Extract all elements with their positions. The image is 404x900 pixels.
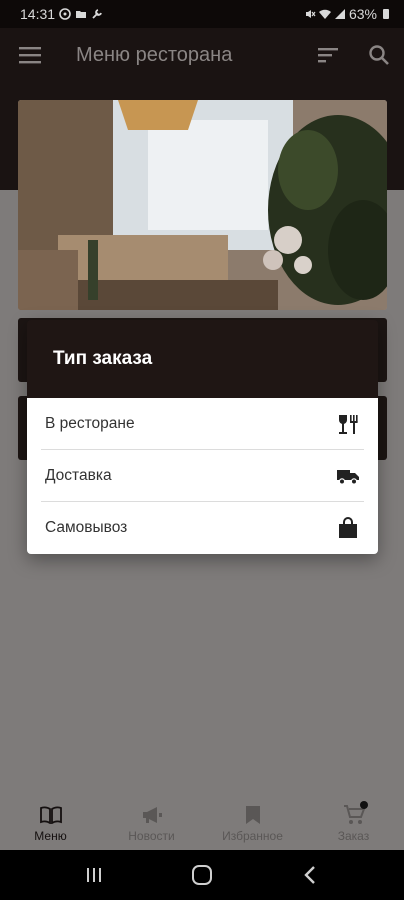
sync-icon [59, 8, 71, 20]
wifi-icon [318, 9, 331, 19]
back-button[interactable] [290, 855, 330, 895]
cart-badge [359, 800, 368, 809]
wrench-icon [92, 9, 102, 19]
nav-item-news[interactable]: Новости [101, 795, 202, 850]
nav-label: Заказ [337, 828, 370, 843]
status-time: 14:31 [20, 6, 56, 22]
option-label: В ресторане [45, 414, 135, 432]
search-icon [369, 45, 389, 65]
megaphone-icon [140, 803, 164, 827]
option-label: Доставка [45, 466, 112, 484]
dialog-options: В ресторане Доставка Самовывоз [27, 398, 378, 554]
home-button[interactable] [182, 855, 222, 895]
restaurant-image [18, 100, 387, 310]
app-bar: Меню ресторана [0, 28, 404, 82]
nav-item-favorites[interactable]: Избранное [202, 795, 303, 850]
mute-icon [305, 10, 316, 18]
bookmark-icon [241, 803, 265, 827]
nav-label: Новости [128, 828, 175, 843]
option-delivery[interactable]: Доставка [41, 450, 364, 502]
system-navigation-bar [0, 850, 404, 900]
restaurant-photo[interactable] [18, 100, 387, 310]
delivery-truck-icon [336, 464, 360, 488]
book-icon [39, 803, 63, 827]
nav-label: Меню [34, 828, 67, 843]
dialog-header: Тип заказа [27, 320, 378, 398]
dine-in-icon [336, 412, 360, 436]
option-pickup[interactable]: Самовывоз [41, 502, 364, 554]
option-dine-in[interactable]: В ресторане [41, 398, 364, 450]
shopping-bag-icon [336, 516, 360, 540]
bottom-navigation: Меню Новости Избранное Заказ [0, 795, 404, 850]
nav-item-order[interactable]: Заказ [303, 795, 404, 850]
nav-label: Избранное [222, 828, 283, 843]
signal-icon [334, 9, 345, 19]
option-label: Самовывоз [45, 519, 128, 536]
menu-button[interactable] [0, 28, 60, 82]
back-icon [304, 866, 315, 884]
hamburger-icon [19, 47, 41, 64]
sort-icon [318, 48, 338, 63]
dialog-title: Тип заказа [53, 348, 153, 369]
nav-item-menu[interactable]: Меню [0, 795, 101, 850]
battery-icon [383, 9, 389, 19]
search-button[interactable] [354, 28, 404, 82]
folder-icon [76, 11, 87, 18]
order-type-dialog: Тип заказа В ресторане Доставка Самовыво… [27, 320, 378, 554]
battery-percent: 63% [348, 6, 377, 22]
recents-icon [87, 868, 101, 882]
status-bar: 14:31 63% [0, 0, 404, 28]
cart-icon [342, 800, 368, 827]
recents-button[interactable] [74, 855, 114, 895]
page-title: Меню ресторана [76, 43, 233, 66]
home-icon [192, 865, 212, 885]
sort-button[interactable] [304, 28, 354, 82]
